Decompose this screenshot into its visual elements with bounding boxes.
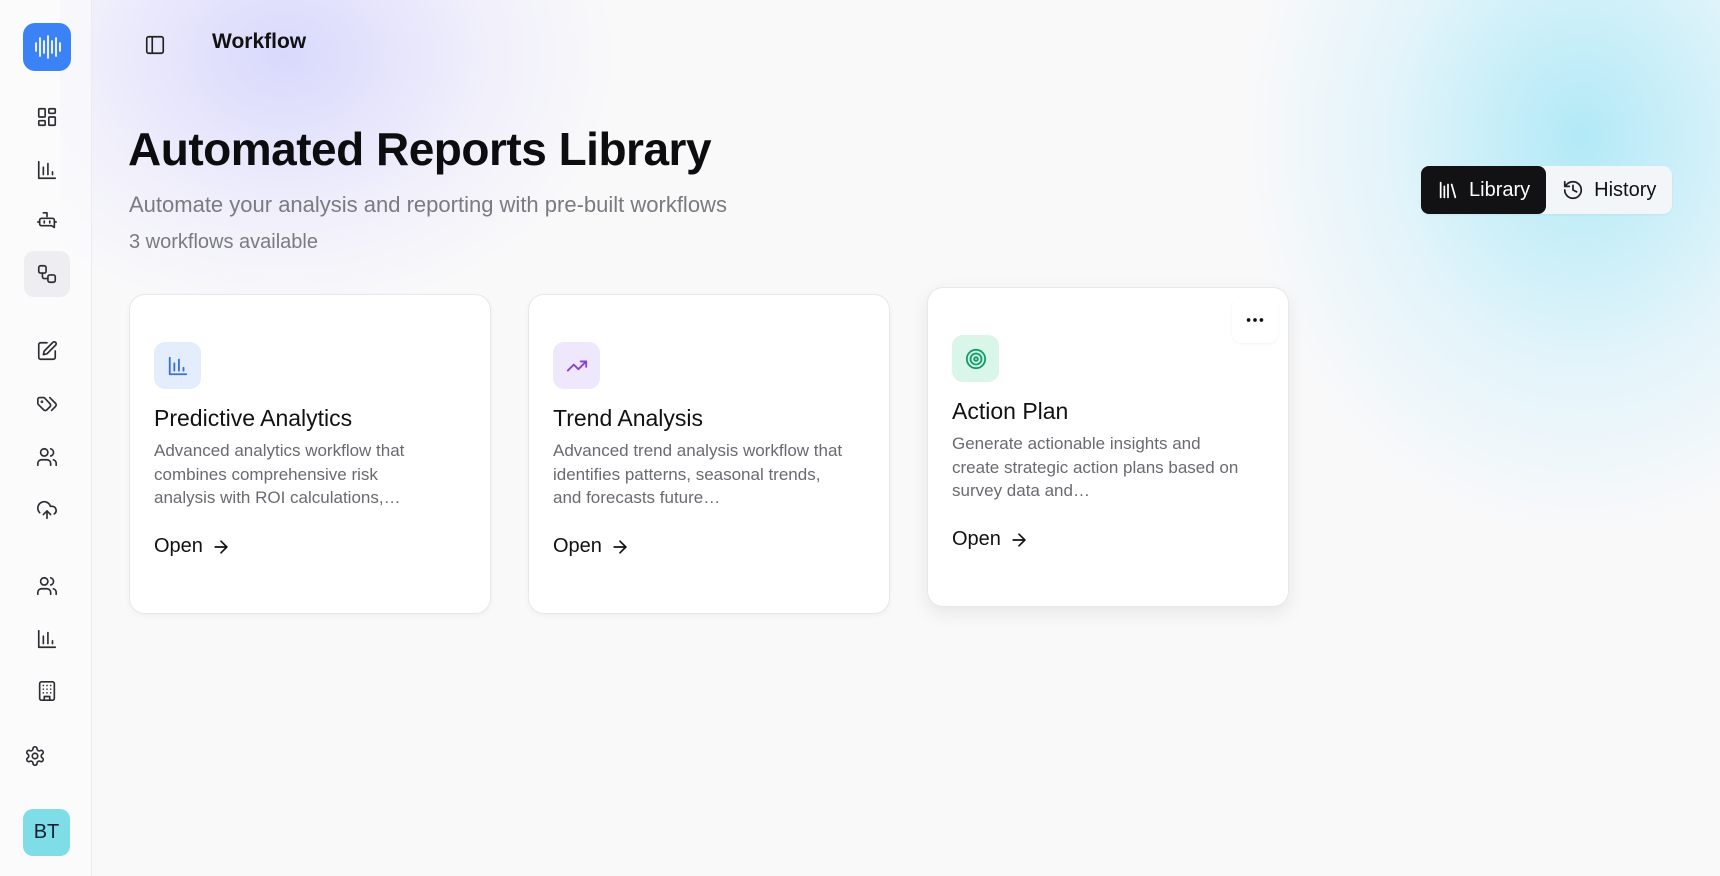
app-logo[interactable]: [23, 23, 71, 71]
arrow-right-icon: [214, 539, 228, 554]
page-title: Automated Reports Library: [128, 123, 712, 175]
header-title: Workflow: [212, 30, 307, 53]
workflow-card-trend-analysis[interactable]: Trend Analysis Advanced trend analysis w…: [528, 294, 890, 614]
open-link[interactable]: Open: [952, 528, 1029, 551]
card-title: Trend Analysis: [553, 405, 703, 431]
nav-settings[interactable]: [12, 733, 58, 779]
bot-message-icon: [37, 212, 57, 229]
history-icon: [1564, 180, 1583, 200]
workflow-icon: [37, 264, 57, 284]
nav-upload[interactable]: [24, 487, 70, 533]
nav-editor[interactable]: [24, 328, 70, 374]
history-tab-label: History: [1594, 178, 1657, 201]
nav-assistant[interactable]: [24, 199, 70, 245]
tags-icon: [37, 396, 57, 412]
panel-left-icon: [145, 35, 165, 55]
library-tab[interactable]: Library: [1421, 166, 1547, 214]
nav-workflow[interactable]: [24, 251, 70, 297]
open-label: Open: [553, 535, 602, 557]
nav-tags[interactable]: [24, 381, 70, 427]
users-icon: [37, 576, 57, 596]
edit-square-icon: [37, 341, 57, 361]
dashboard-grid-icon: [37, 107, 57, 127]
arrow-right-icon: [1012, 532, 1026, 547]
nav-users[interactable]: [24, 434, 70, 480]
card-description: Generate actionable insights and create …: [952, 434, 1239, 500]
building-icon: [38, 681, 56, 701]
more-options-button[interactable]: [1232, 297, 1278, 343]
card-description: Advanced trend analysis workflow that id…: [553, 441, 843, 507]
open-link[interactable]: Open: [154, 535, 231, 558]
view-toggle: Library History: [1421, 166, 1673, 214]
cloud-upload-icon: [37, 500, 57, 520]
bar-chart-icon: [37, 629, 57, 649]
open-link[interactable]: Open: [553, 535, 630, 558]
workflow-card-predictive-analytics[interactable]: Predictive Analytics Advanced analytics …: [129, 294, 491, 614]
history-tab[interactable]: History: [1546, 166, 1672, 214]
card-description: Advanced analytics workflow that combine…: [154, 441, 405, 507]
card-icon-container: [553, 342, 600, 389]
library-icon: [1439, 181, 1457, 199]
nav-reports[interactable]: [24, 616, 70, 662]
nav-dashboard[interactable]: [24, 94, 70, 140]
bar-chart-icon: [168, 356, 187, 375]
nav-team[interactable]: [24, 563, 70, 609]
open-label: Open: [952, 528, 1001, 550]
page-subtitle: Automate your analysis and reporting wit…: [129, 192, 727, 217]
card-icon-container: [952, 335, 999, 382]
open-label: Open: [154, 535, 203, 557]
bar-chart-icon: [37, 160, 57, 180]
user-avatar[interactable]: BT: [23, 809, 70, 856]
card-title: Action Plan: [952, 398, 1069, 424]
workflow-count: 3 workflows available: [129, 231, 318, 253]
sidebar-toggle-button[interactable]: [140, 30, 170, 60]
avatar-initials: BT: [33, 821, 60, 843]
waveform-logo-icon: [35, 35, 61, 59]
arrow-right-icon: [613, 539, 627, 554]
nav-analytics[interactable]: [24, 147, 70, 193]
trending-up-icon: [566, 360, 587, 371]
workflow-card-action-plan[interactable]: Action Plan Generate actionable insights…: [927, 287, 1289, 607]
card-icon-container: [154, 342, 201, 389]
nav-organization[interactable]: [24, 668, 70, 714]
more-horizontal-icon: [1246, 318, 1264, 322]
target-icon: [965, 348, 986, 369]
users-icon: [37, 447, 57, 467]
card-title: Predictive Analytics: [154, 405, 353, 431]
gear-icon: [25, 746, 45, 766]
library-tab-label: Library: [1469, 178, 1531, 201]
sidebar: BT: [0, 0, 92, 876]
